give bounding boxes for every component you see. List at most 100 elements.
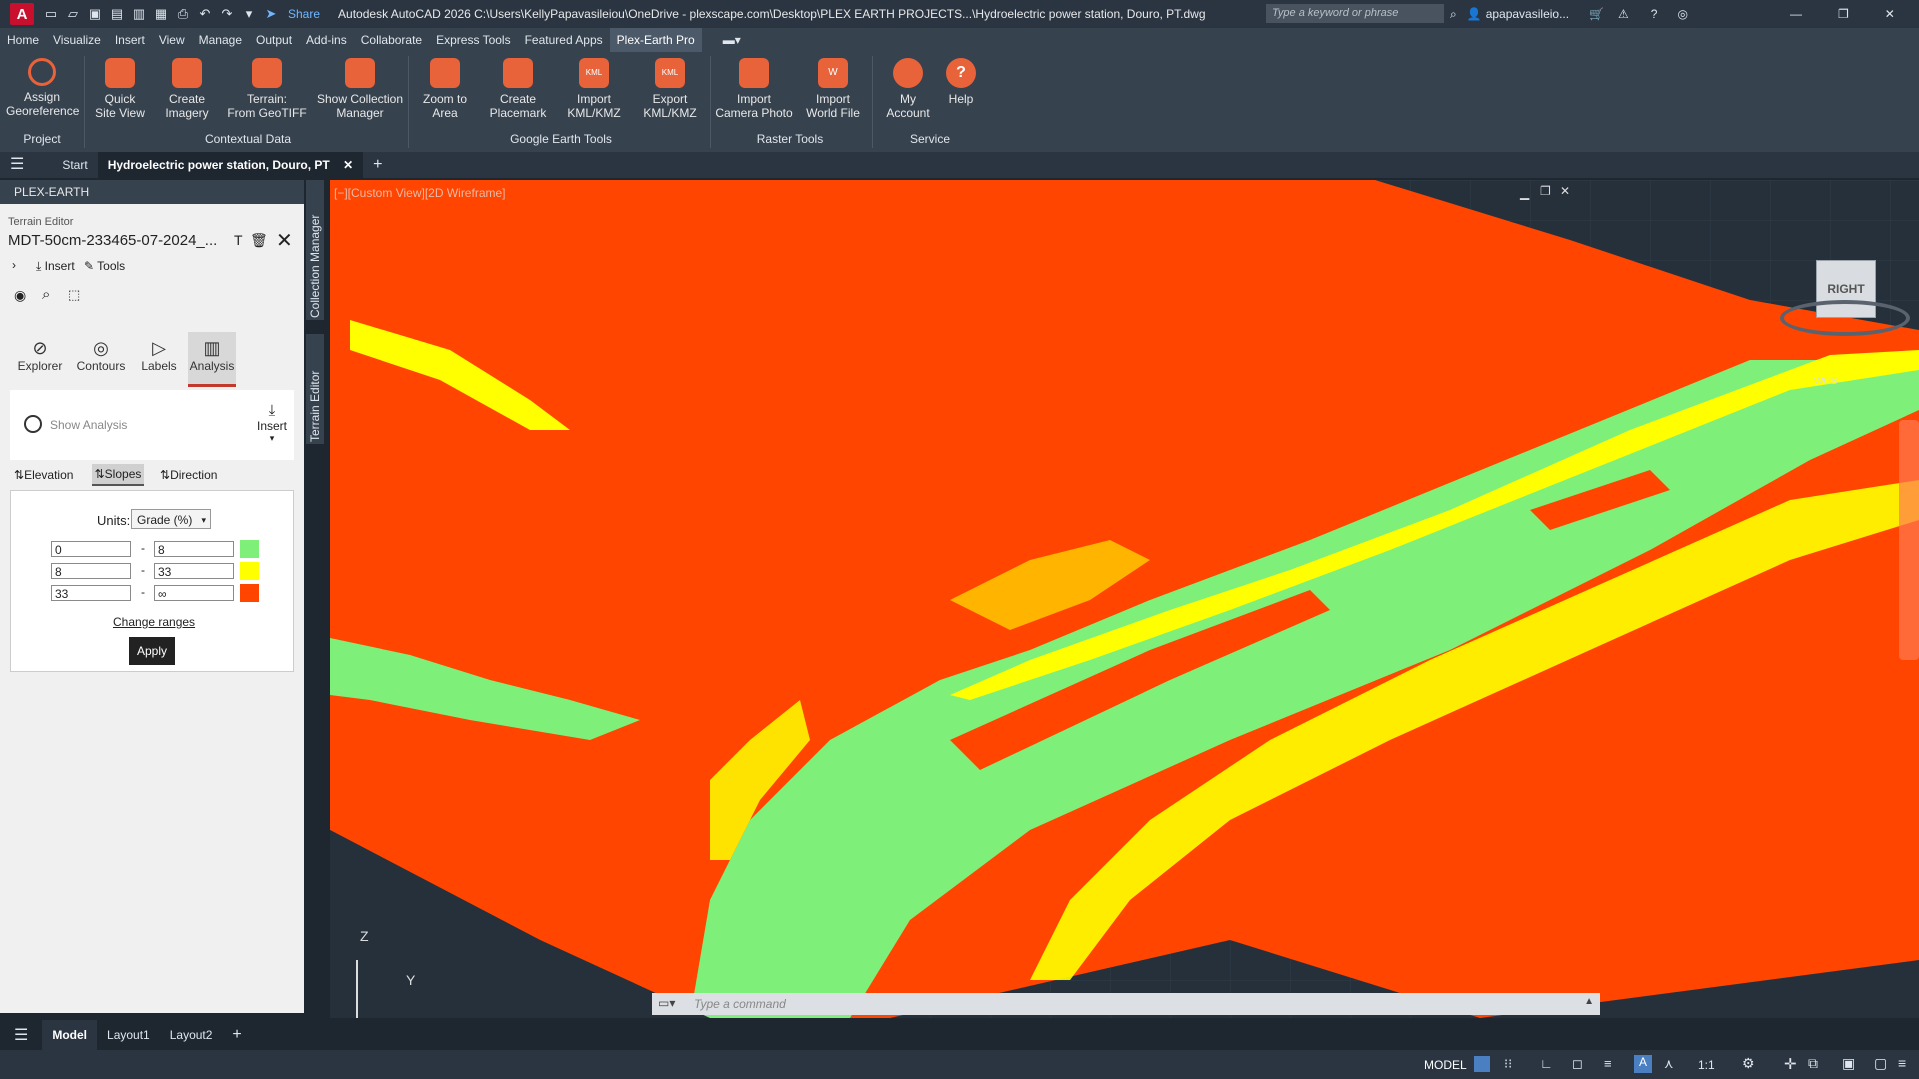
assign-georeference-button[interactable]: Assign Georeference: [6, 58, 79, 118]
search-input[interactable]: Type a keyword or phrase: [1266, 4, 1444, 23]
terrain-editor-tab[interactable]: Terrain Editor: [308, 371, 322, 442]
close-terrain-icon[interactable]: ✕: [276, 228, 293, 253]
tab-view[interactable]: View: [152, 28, 192, 52]
insert-menu[interactable]: ⤓ Insert: [36, 259, 75, 274]
units-select[interactable]: Grade (%) ▾: [131, 509, 211, 529]
redo-icon[interactable]: ↷: [216, 6, 238, 22]
restore-icon[interactable]: ❐: [1838, 7, 1849, 21]
tab-insert[interactable]: Insert: [108, 28, 152, 52]
tab-visualize[interactable]: Visualize: [46, 28, 108, 52]
viewport-close-icon[interactable]: ✕: [1560, 184, 1570, 198]
tab-model[interactable]: Model: [42, 1020, 98, 1050]
layout-menu-icon[interactable]: ☰: [0, 1025, 42, 1045]
range-3-from-input[interactable]: 33: [51, 585, 131, 601]
publish-icon[interactable]: ▥: [128, 6, 150, 22]
search-icon[interactable]: ⌕: [1450, 7, 1457, 22]
clean-screen-icon[interactable]: ▢: [1874, 1055, 1887, 1072]
export-kml-button[interactable]: KML Export KML/KMZ: [638, 58, 702, 120]
range-2-from-input[interactable]: 8: [51, 563, 131, 579]
close-tab-icon[interactable]: ✕: [343, 158, 353, 172]
range-1-from-input[interactable]: 0: [51, 541, 131, 557]
collection-manager-tab[interactable]: Collection Manager: [308, 215, 322, 318]
viewport-restore-icon[interactable]: ❐: [1540, 184, 1551, 198]
tab-explorer[interactable]: ⊘ Explorer: [14, 338, 66, 373]
range-2-to-input[interactable]: 33: [154, 563, 234, 579]
globe-icon[interactable]: ◎: [1677, 7, 1687, 21]
subtab-direction[interactable]: ⇅Direction: [160, 468, 217, 482]
range-3-color-swatch[interactable]: [240, 584, 259, 602]
user-icon[interactable]: 👤: [1467, 7, 1482, 21]
panel-raster-tools[interactable]: Raster Tools: [714, 132, 866, 146]
undo-icon[interactable]: ↶: [194, 6, 216, 22]
new-tab-icon[interactable]: +: [363, 152, 392, 178]
tab-home[interactable]: Home: [0, 28, 46, 52]
file-menu-icon[interactable]: ☰: [0, 152, 34, 178]
user-name[interactable]: apapavasileio...: [1486, 7, 1569, 21]
share-button[interactable]: Share: [288, 7, 320, 21]
subtab-elevation[interactable]: ⇅Elevation: [14, 468, 73, 482]
connect-icon[interactable]: ⚠: [1618, 7, 1629, 21]
grid-toggle-icon[interactable]: [1474, 1056, 1490, 1072]
drawing-viewport[interactable]: [−][Custom View][2D Wireframe] ▁ ❐ ✕ RIG…: [330, 180, 1919, 1018]
terrain-from-geotiff-button[interactable]: Terrain: From GeoTIFF: [226, 58, 308, 120]
snap-icon[interactable]: ⁝⁝: [1504, 1056, 1512, 1072]
settings-icon[interactable]: ⚙: [1742, 1055, 1755, 1072]
my-account-button[interactable]: My Account: [880, 58, 936, 120]
add-layout-icon[interactable]: +: [222, 1026, 251, 1044]
delete-icon[interactable]: 🗑: [250, 232, 268, 249]
help-icon[interactable]: ?: [1651, 7, 1658, 21]
show-analysis-radio[interactable]: [24, 415, 42, 433]
open-icon[interactable]: ▱: [62, 6, 84, 22]
tab-contours[interactable]: ◎ Contours: [74, 338, 128, 373]
range-2-color-swatch[interactable]: [240, 562, 259, 580]
tab-collaborate[interactable]: Collaborate: [354, 28, 429, 52]
cart-icon[interactable]: 🛒: [1589, 7, 1604, 21]
tab-plex-earth-pro[interactable]: Plex-Earth Pro: [609, 28, 702, 52]
tab-drawing[interactable]: Hydroelectric power station, Douro, PT ✕: [97, 152, 364, 178]
create-imagery-button[interactable]: Create Imagery: [158, 58, 216, 120]
annotation-scale-icon[interactable]: A: [1634, 1055, 1652, 1073]
wcs-label[interactable]: WCS: [1814, 376, 1837, 387]
hardware-acceleration-icon[interactable]: ▣: [1842, 1055, 1855, 1072]
import-kml-button[interactable]: KML Import KML/KMZ: [562, 58, 626, 120]
close-window-icon[interactable]: ✕: [1885, 7, 1895, 21]
annotation-visibility-icon[interactable]: ⋏: [1664, 1056, 1674, 1072]
subtab-slopes[interactable]: ⇅Slopes: [92, 464, 144, 486]
ortho-icon[interactable]: ∟: [1540, 1056, 1553, 1071]
command-input[interactable]: Type a command: [694, 997, 786, 1011]
eye-icon[interactable]: ◉: [14, 287, 26, 304]
model-space-toggle[interactable]: MODEL: [1424, 1058, 1467, 1072]
expand-icon[interactable]: ›: [12, 258, 16, 272]
tab-analysis[interactable]: ▥ Analysis: [188, 332, 236, 387]
tab-layout2[interactable]: Layout2: [160, 1028, 223, 1042]
select-icon[interactable]: ⬚: [68, 287, 80, 303]
tab-output[interactable]: Output: [249, 28, 299, 52]
apply-button[interactable]: Apply: [129, 637, 175, 665]
save-as-icon[interactable]: ▤: [106, 6, 128, 22]
scale-select[interactable]: 1:1: [1698, 1058, 1715, 1072]
viewport-controls-label[interactable]: [−][Custom View][2D Wireframe]: [334, 186, 506, 200]
import-world-file-button[interactable]: W Import World File: [800, 58, 866, 120]
change-ranges-link[interactable]: Change ranges: [113, 615, 195, 629]
quick-site-view-button[interactable]: Quick Site View: [90, 58, 150, 120]
zoom-to-area-button[interactable]: Zoom to Area: [416, 58, 474, 120]
viewport-minimize-icon[interactable]: ▁: [1520, 186, 1529, 200]
polar-icon[interactable]: ◻: [1572, 1056, 1583, 1072]
isolate-icon[interactable]: ⧉: [1808, 1055, 1818, 1072]
share-icon[interactable]: ➤: [260, 6, 282, 22]
range-1-to-input[interactable]: 8: [154, 541, 234, 557]
command-expand-icon[interactable]: ▲: [1584, 996, 1594, 1007]
new-icon[interactable]: ▭: [40, 6, 62, 22]
command-history-icon[interactable]: ▭▾: [658, 996, 675, 1010]
terrain-editor-rail[interactable]: Terrain Editor: [306, 334, 324, 444]
help-button[interactable]: ? Help: [940, 58, 982, 106]
ribbon-toggle-icon[interactable]: ▬▾: [716, 28, 748, 52]
crosshair-icon[interactable]: ✛: [1784, 1055, 1797, 1073]
collection-manager-rail[interactable]: Collection Manager: [306, 180, 324, 320]
range-3-to-input[interactable]: ∞: [154, 585, 234, 601]
tab-express-tools[interactable]: Express Tools: [429, 28, 517, 52]
zoom-icon[interactable]: ⌕: [42, 286, 50, 303]
print-icon[interactable]: ⎙: [172, 6, 194, 22]
import-camera-photo-button[interactable]: Import Camera Photo: [714, 58, 794, 120]
viewcube-compass[interactable]: [1780, 300, 1910, 336]
